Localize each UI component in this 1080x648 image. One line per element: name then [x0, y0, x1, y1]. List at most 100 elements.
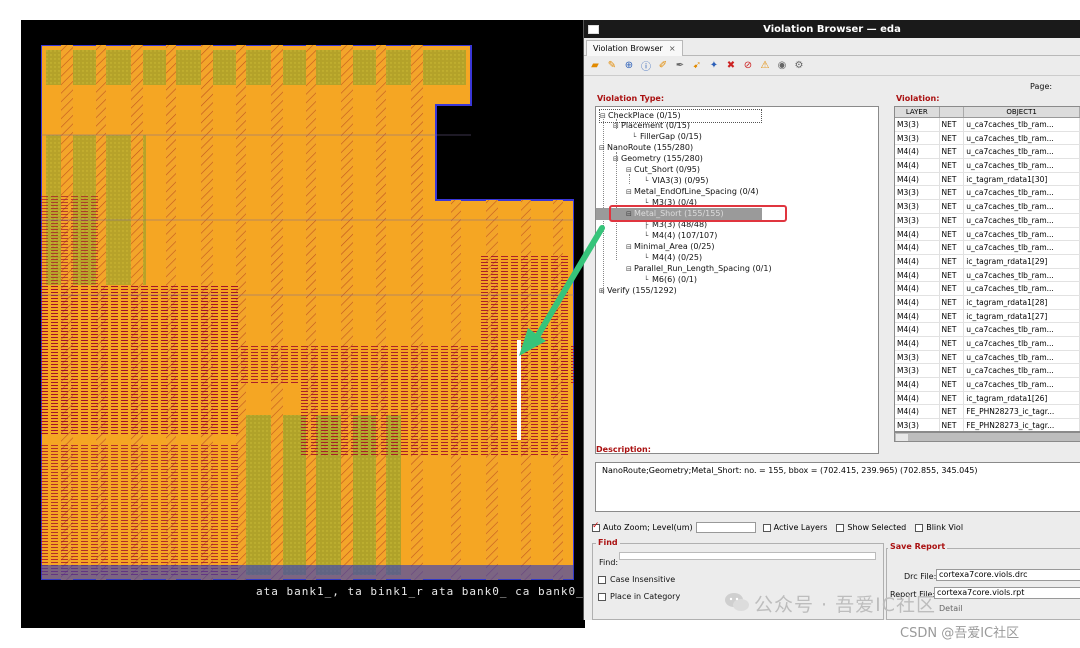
table-row[interactable]: M3(3) NET FE_PHN28273_ic_tagr... [895, 419, 1080, 431]
screenshot: ata bank1_, ta bink1_r ata bank0_ ca ban… [0, 0, 1080, 648]
table-row[interactable]: M4(4) NET u_ca7caches_tlb_ram... [895, 268, 1080, 283]
layout-canvas[interactable]: ata bank1_, ta bink1_r ata bank0_ ca ban… [21, 20, 585, 628]
cell-layer: M4(4) [895, 323, 940, 336]
eye-icon[interactable]: ◉ [775, 59, 789, 73]
cell-layer: M3(3) [895, 131, 940, 145]
table-row[interactable]: M4(4) NET u_ca7caches_tlb_ram... [895, 282, 1080, 296]
table-row[interactable]: M3(3) NET u_ca7caches_tlb_ram... [895, 213, 1080, 228]
column-header-object1[interactable]: OBJECT1 [964, 107, 1080, 117]
table-row[interactable]: M3(3) NET u_ca7caches_tlb_ram... [895, 118, 1080, 132]
find-group-label: Find [596, 538, 620, 547]
place-in-category-checkbox[interactable] [598, 592, 606, 601]
window-title: Violation Browser — eda [763, 23, 901, 35]
show-selected-checkbox[interactable] [836, 523, 845, 532]
folder-open-icon[interactable]: ▰ [588, 59, 602, 73]
active-layers-checkbox[interactable] [762, 523, 771, 532]
save-report-label: Save Report [888, 542, 948, 551]
violation-table[interactable]: LAYER OBJECT1 M3(3) NET u_ca7caches_tlb_ra… [894, 106, 1080, 432]
cell-type: NET [940, 405, 965, 419]
cell-type: NET [940, 254, 965, 268]
table-row[interactable]: M4(4) NET FE_PHN28273_ic_tagr... [895, 405, 1080, 420]
table-row[interactable]: M4(4) NET ic_tagram_rdata1[28] [895, 295, 1080, 310]
auto-zoom-label: Auto Zoom; Level(um) [603, 523, 693, 532]
cell-layer: M3(3) [895, 213, 940, 227]
scrollbar-thumb[interactable] [896, 434, 908, 441]
table-row[interactable]: M4(4) NET u_ca7caches_tlb_ram... [895, 337, 1080, 351]
arrow-icon[interactable]: ➹ [690, 59, 704, 73]
column-header-layer[interactable]: LAYER [895, 107, 940, 117]
table-row[interactable]: M3(3) NET u_ca7caches_tlb_ram... [895, 350, 1080, 365]
description-box[interactable]: NanoRoute;Geometry;Metal_Short: no. = 15… [595, 462, 1080, 512]
drc-file-input[interactable]: cortexa7core.viols.drc [936, 569, 1080, 581]
cell-layer: M4(4) [895, 391, 940, 405]
cell-type: NET [940, 172, 965, 186]
violation-label: Violation: [896, 94, 940, 103]
show-selected-label: Show Selected [847, 523, 907, 532]
cell-type: NET [940, 295, 965, 309]
cell-object1: u_ca7caches_tlb_ram... [964, 186, 1080, 200]
window-titlebar[interactable]: Violation Browser — eda [584, 20, 1080, 38]
report-file-input[interactable]: cortexa7core.viols.rpt [934, 587, 1080, 599]
gear-icon[interactable]: ⚙ [792, 59, 806, 73]
table-row[interactable]: M4(4) NET ic_tagram_rdata1[27] [895, 309, 1080, 324]
cell-type: NET [940, 282, 965, 295]
table-row[interactable]: M3(3) NET u_ca7caches_tlb_ram... [895, 364, 1080, 379]
violation-type-tree[interactable]: ⊟ CheckPlace (0/15) ⊟ Placement (0/15) └ Fi… [595, 106, 879, 454]
chip-layout-view[interactable]: ata bank1_, ta bink1_r ata bank0_ ca ban… [41, 45, 583, 598]
table-row[interactable]: M3(3) NET u_ca7caches_tlb_ram... [895, 131, 1080, 146]
level-input[interactable] [695, 522, 756, 533]
window-menu-icon[interactable] [588, 25, 599, 34]
cell-type: NET [940, 323, 965, 336]
cell-type: NET [940, 159, 965, 172]
table-row[interactable]: M4(4) NET u_ca7caches_tlb_ram... [895, 323, 1080, 337]
cell-object1: u_ca7caches_tlb_ram... [964, 350, 1080, 364]
case-insensitive-checkbox[interactable] [598, 575, 606, 584]
table-row[interactable]: M4(4) NET ic_tagram_rdata1[30] [895, 172, 1080, 187]
page-label: Page: [1030, 82, 1053, 91]
table-row[interactable]: M4(4) NET u_ca7caches_tlb_ram... [895, 145, 1080, 160]
table-row[interactable]: M4(4) NET ic_tagram_rdata1[26] [895, 391, 1080, 406]
tree-node-verify[interactable]: ⊞ Verify (155/1292) [599, 285, 677, 297]
tab-close-icon[interactable]: × [669, 44, 676, 53]
cell-object1: u_ca7caches_tlb_ram... [964, 159, 1080, 172]
warning-icon[interactable]: ⚠ [758, 59, 772, 73]
cell-layer: M4(4) [895, 227, 940, 241]
detail-option[interactable]: Detail [939, 604, 963, 613]
highlight-icon[interactable]: ✎ [605, 59, 619, 73]
fix-icon[interactable]: ✐ [656, 59, 670, 73]
cell-object1: u_ca7caches_tlb_ram... [964, 323, 1080, 336]
cell-type: NET [940, 227, 965, 241]
case-insensitive-option[interactable]: Case Insensitive [598, 575, 675, 584]
column-header-type[interactable] [940, 107, 965, 117]
case-insensitive-label: Case Insensitive [610, 575, 676, 584]
cell-object1: u_ca7caches_tlb_ram... [964, 227, 1080, 241]
stop-icon[interactable]: ⊘ [741, 59, 755, 73]
table-header: LAYER OBJECT1 [895, 107, 1080, 118]
place-in-category-label: Place in Category [610, 592, 681, 601]
wand-icon[interactable]: ✦ [707, 59, 721, 73]
delete-icon[interactable]: ✖ [724, 59, 738, 73]
pen-icon[interactable]: ✒ [673, 59, 687, 73]
table-row[interactable]: M4(4) NET u_ca7caches_tlb_ram... [895, 159, 1080, 173]
table-row[interactable]: M4(4) NET u_ca7caches_tlb_ram... [895, 227, 1080, 242]
table-row[interactable]: M3(3) NET u_ca7caches_tlb_ram... [895, 186, 1080, 201]
auto-zoom-checkbox[interactable] [592, 521, 600, 532]
cell-layer: M4(4) [895, 295, 940, 309]
table-row[interactable]: M4(4) NET u_ca7caches_tlb_ram... [895, 378, 1080, 392]
cell-type: NET [940, 419, 965, 431]
find-history-field[interactable] [619, 552, 876, 560]
table-row[interactable]: M4(4) NET ic_tagram_rdata1[29] [895, 254, 1080, 269]
description-label: Description: [596, 445, 651, 454]
watermark-text: 公众号 · 吾爱IC社区 [754, 594, 936, 616]
cell-type: NET [940, 200, 965, 213]
table-horizontal-scrollbar[interactable] [894, 432, 1080, 442]
table-row[interactable]: M3(3) NET u_ca7caches_tlb_ram... [895, 200, 1080, 214]
cell-object1: u_ca7caches_tlb_ram... [964, 337, 1080, 350]
zoom-icon[interactable]: ⊕ [622, 59, 636, 73]
table-row[interactable]: M4(4) NET u_ca7caches_tlb_ram... [895, 241, 1080, 255]
info-icon[interactable]: ⓘ [639, 59, 653, 73]
place-in-category-option[interactable]: Place in Category [598, 592, 680, 601]
cell-layer: M3(3) [895, 364, 940, 378]
tab-violation-browser[interactable]: Violation Browser × [586, 40, 683, 56]
blink-viol-checkbox[interactable] [915, 523, 924, 532]
